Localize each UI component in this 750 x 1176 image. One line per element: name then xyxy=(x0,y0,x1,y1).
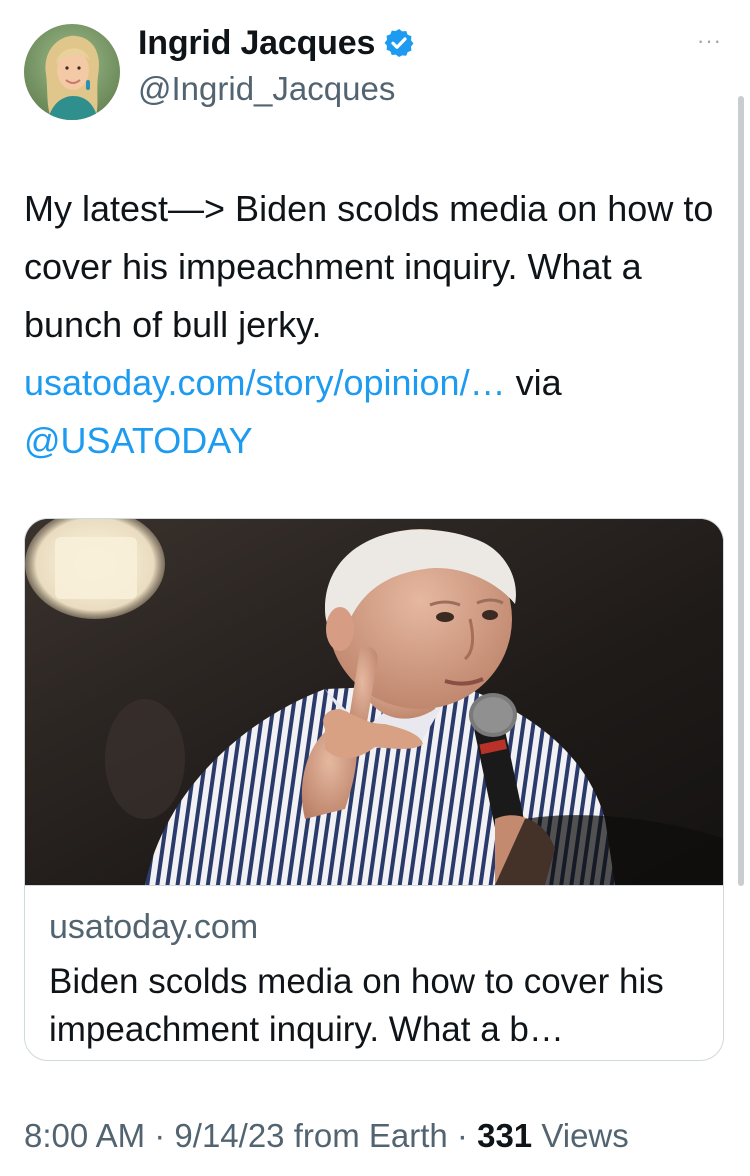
user-handle[interactable]: @Ingrid_Jacques xyxy=(138,70,395,108)
display-name[interactable]: Ingrid Jacques xyxy=(138,24,375,63)
card-title: Biden scolds media on how to cover his i… xyxy=(49,962,664,1049)
views-count[interactable]: 331 xyxy=(477,1117,532,1154)
card-image[interactable] xyxy=(25,519,723,885)
tweet-body: My latest—> Biden scolds media on how to… xyxy=(24,180,724,470)
tweet-header: Ingrid Jacques @Ingrid_Jacques ··· xyxy=(0,0,750,140)
card-domain: usatoday.com xyxy=(49,908,259,946)
name-row: Ingrid Jacques xyxy=(138,20,415,66)
link-preview-card[interactable]: usatoday.com Biden scolds media on how t… xyxy=(24,518,724,1061)
meta-separator: · xyxy=(154,1117,166,1154)
card-meta: usatoday.com Biden scolds media on how t… xyxy=(25,885,723,1060)
avatar-image xyxy=(24,24,120,120)
views-label[interactable]: Views xyxy=(541,1117,628,1154)
tweet-date[interactable]: 9/14/23 xyxy=(174,1117,284,1154)
tweet-meta: 8:00 AM · 9/14/23 from Earth · 331 Views xyxy=(24,1117,629,1155)
avatar[interactable] xyxy=(24,24,120,120)
verified-badge-icon xyxy=(383,27,415,59)
tweet-time[interactable]: 8:00 AM xyxy=(24,1117,145,1154)
mention-link[interactable]: @USATODAY xyxy=(24,420,253,461)
article-link[interactable]: usatoday.com/story/opinion/… xyxy=(24,362,506,403)
tweet-source: from Earth xyxy=(293,1117,448,1154)
via-text: via xyxy=(515,362,562,403)
tweet-text: My latest—> Biden scolds media on how to… xyxy=(24,188,714,345)
more-options-icon[interactable]: ··· xyxy=(697,30,722,52)
meta-separator: · xyxy=(456,1117,468,1154)
scrollbar[interactable] xyxy=(738,96,744,886)
